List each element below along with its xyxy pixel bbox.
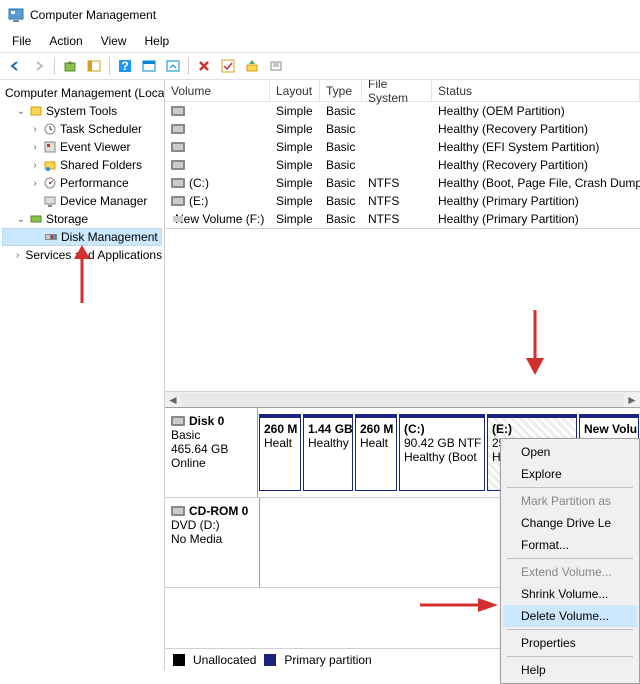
legend-primary-swatch bbox=[264, 654, 276, 666]
partition[interactable]: (C:)90.42 GB NTFHealthy (Boot bbox=[399, 414, 485, 491]
app-icon bbox=[8, 7, 24, 23]
menu-item[interactable]: Change Drive Le bbox=[503, 512, 637, 534]
toolbar: ? bbox=[0, 52, 640, 80]
menu-action[interactable]: Action bbox=[41, 32, 90, 50]
legend-unallocated-swatch bbox=[173, 654, 185, 666]
menu-item[interactable]: Format... bbox=[503, 534, 637, 556]
delete-button[interactable] bbox=[193, 55, 215, 77]
tree-disk-management[interactable]: Disk Management bbox=[2, 228, 162, 246]
volume-row[interactable]: (E:)SimpleBasicNTFSHealthy (Primary Part… bbox=[165, 192, 640, 210]
menu-item: Mark Partition as bbox=[503, 490, 637, 512]
menu-item: Extend Volume... bbox=[503, 561, 637, 583]
menu-item[interactable]: Help bbox=[503, 659, 637, 681]
col-type: Type bbox=[320, 80, 362, 101]
titlebar: Computer Management bbox=[0, 0, 640, 30]
tree-event-viewer[interactable]: ›Event Viewer bbox=[2, 138, 162, 156]
tree-shared-folders[interactable]: ›Shared Folders bbox=[2, 156, 162, 174]
col-filesystem: File System bbox=[362, 80, 432, 101]
annotation-arrow-menu bbox=[420, 595, 498, 615]
volume-list[interactable]: Volume Layout Type File System Status Si… bbox=[165, 80, 640, 229]
tree-performance[interactable]: ›Performance bbox=[2, 174, 162, 192]
menu-item[interactable]: Properties bbox=[503, 632, 637, 654]
volume-row[interactable]: SimpleBasicHealthy (Recovery Partition) bbox=[165, 156, 640, 174]
options-button[interactable] bbox=[138, 55, 160, 77]
legend-primary: Primary partition bbox=[284, 653, 371, 667]
window-title: Computer Management bbox=[30, 8, 156, 22]
forward-button[interactable] bbox=[28, 55, 50, 77]
action1-button[interactable] bbox=[241, 55, 263, 77]
volume-row[interactable]: New Volume (F:)SimpleBasicNTFSHealthy (P… bbox=[165, 210, 640, 228]
volume-header[interactable]: Volume Layout Type File System Status bbox=[165, 80, 640, 102]
volume-row[interactable]: SimpleBasicHealthy (EFI System Partition… bbox=[165, 138, 640, 156]
menu-help[interactable]: Help bbox=[137, 32, 178, 50]
up-button[interactable] bbox=[59, 55, 81, 77]
volume-row[interactable]: (C:)SimpleBasicNTFSHealthy (Boot, Page F… bbox=[165, 174, 640, 192]
menu-item[interactable]: Open bbox=[503, 441, 637, 463]
show-hide-button[interactable] bbox=[83, 55, 105, 77]
col-status: Status bbox=[432, 80, 640, 101]
col-layout: Layout bbox=[270, 80, 320, 101]
menu-item[interactable]: Delete Volume... bbox=[503, 605, 637, 627]
tree-device-manager[interactable]: Device Manager bbox=[2, 192, 162, 210]
check-button[interactable] bbox=[217, 55, 239, 77]
menu-file[interactable]: File bbox=[4, 32, 39, 50]
svg-text:?: ? bbox=[121, 59, 128, 73]
menu-item[interactable]: Explore bbox=[503, 463, 637, 485]
action2-button[interactable] bbox=[265, 55, 287, 77]
help-button[interactable]: ? bbox=[114, 55, 136, 77]
legend-unallocated: Unallocated bbox=[193, 653, 256, 667]
volume-row[interactable]: SimpleBasicHealthy (Recovery Partition) bbox=[165, 120, 640, 138]
tree-root[interactable]: Computer Management (Local bbox=[2, 84, 162, 102]
menu-item[interactable]: Shrink Volume... bbox=[503, 583, 637, 605]
tree-storage[interactable]: ⌄Storage bbox=[2, 210, 162, 228]
nav-tree[interactable]: Computer Management (Local ⌄System Tools… bbox=[0, 80, 165, 670]
back-button[interactable] bbox=[4, 55, 26, 77]
annotation-arrow-partition bbox=[520, 310, 550, 378]
partition[interactable]: 1.44 GBHealthy bbox=[303, 414, 353, 491]
h-scrollbar[interactable]: ◄► bbox=[165, 391, 640, 407]
partition[interactable]: 260 MHealt bbox=[355, 414, 397, 491]
refresh-button[interactable] bbox=[162, 55, 184, 77]
col-volume: Volume bbox=[165, 80, 270, 101]
menubar: File Action View Help bbox=[0, 30, 640, 52]
context-menu[interactable]: OpenExplore Mark Partition asChange Drive… bbox=[500, 438, 640, 684]
menu-view[interactable]: View bbox=[93, 32, 135, 50]
tree-task-scheduler[interactable]: ›Task Scheduler bbox=[2, 120, 162, 138]
tree-system-tools[interactable]: ⌄System Tools bbox=[2, 102, 162, 120]
annotation-arrow-tree bbox=[70, 245, 94, 303]
volume-row[interactable]: SimpleBasicHealthy (OEM Partition) bbox=[165, 102, 640, 120]
partition[interactable]: 260 MHealt bbox=[259, 414, 301, 491]
